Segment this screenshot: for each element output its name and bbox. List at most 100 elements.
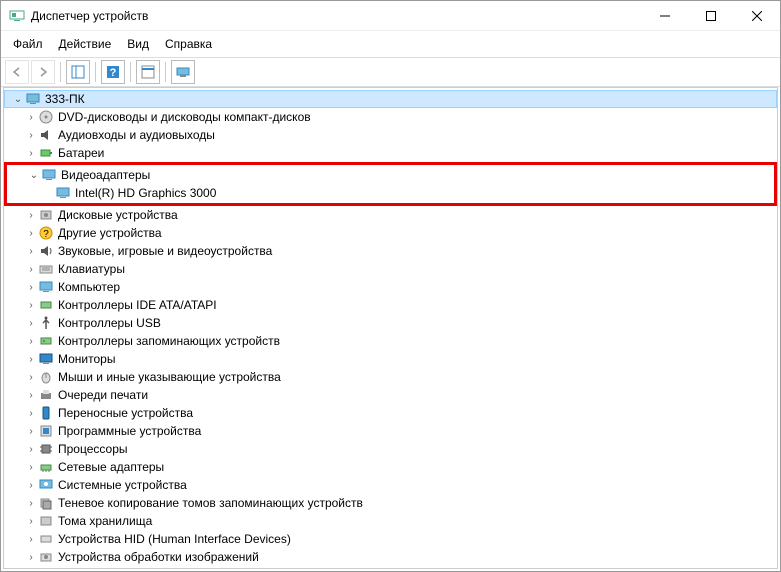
collapse-arrow-icon[interactable]: › xyxy=(24,462,38,473)
collapse-arrow-icon[interactable]: › xyxy=(24,480,38,491)
volume-shadow-icon xyxy=(38,495,54,511)
tree-node-ide[interactable]: › Контроллеры IDE ATA/ATAPI xyxy=(4,296,777,314)
menu-file[interactable]: Файл xyxy=(5,33,51,55)
tree-node-computer[interactable]: › Компьютер xyxy=(4,278,777,296)
collapse-arrow-icon[interactable]: › xyxy=(24,336,38,347)
svg-text:?: ? xyxy=(110,67,117,79)
tree-node-monitors[interactable]: › Мониторы xyxy=(4,350,777,368)
tree-node-video-adapters[interactable]: ⌄ Видеоадаптеры xyxy=(7,166,774,184)
toolbar: ? xyxy=(1,57,780,87)
tree-node-audio[interactable]: › Аудиовходы и аудиовыходы xyxy=(4,126,777,144)
node-label: Системные устройства xyxy=(58,478,187,492)
separator xyxy=(95,62,96,82)
menu-help[interactable]: Справка xyxy=(157,33,220,55)
tree-node-storage-ctrl[interactable]: › Контроллеры запоминающих устройств xyxy=(4,332,777,350)
tree-node-volumes[interactable]: › Тома хранилища xyxy=(4,512,777,530)
tree-node-batteries[interactable]: › Батареи xyxy=(4,144,777,162)
show-hide-tree-button[interactable] xyxy=(66,60,90,84)
node-label: Тома хранилища xyxy=(58,514,152,528)
tree-node-keyboards[interactable]: › Клавиатуры xyxy=(4,260,777,278)
collapse-arrow-icon[interactable]: › xyxy=(24,372,38,383)
tree-node-other[interactable]: › ? Другие устройства xyxy=(4,224,777,242)
collapse-arrow-icon[interactable]: › xyxy=(24,148,38,159)
collapse-arrow-icon[interactable]: › xyxy=(24,534,38,545)
tree-pane: ⌄ 333-ПК › DVD-дисководы и дисководы ком… xyxy=(3,87,778,569)
node-label: Видеоадаптеры xyxy=(61,168,150,182)
collapse-arrow-icon[interactable]: › xyxy=(24,264,38,275)
tree-node-network[interactable]: › Сетевые адаптеры xyxy=(4,458,777,476)
speaker-icon xyxy=(38,243,54,259)
collapse-arrow-icon[interactable]: › xyxy=(24,228,38,239)
svg-text:?: ? xyxy=(43,229,49,240)
collapse-arrow-icon[interactable]: › xyxy=(24,318,38,329)
tree-node-video-child[interactable]: Intel(R) HD Graphics 3000 xyxy=(7,184,774,202)
menu-view[interactable]: Вид xyxy=(119,33,157,55)
node-label: Аудиовходы и аудиовыходы xyxy=(58,128,215,142)
display-adapter-icon xyxy=(41,167,57,183)
network-adapter-icon xyxy=(38,459,54,475)
tree-node-sound[interactable]: › Звуковые, игровые и видеоустройства xyxy=(4,242,777,260)
node-label: Контроллеры USB xyxy=(58,316,161,330)
app-icon xyxy=(9,8,25,24)
disc-icon xyxy=(38,109,54,125)
tree-node-system[interactable]: › Системные устройства xyxy=(4,476,777,494)
help-button[interactable]: ? xyxy=(101,60,125,84)
tree-node-software[interactable]: › Программные устройства xyxy=(4,422,777,440)
tree-node-cpu[interactable]: › Процессоры xyxy=(4,440,777,458)
node-label: Дисковые устройства xyxy=(58,208,178,222)
tree-node-portable[interactable]: › Переносные устройства xyxy=(4,404,777,422)
tree-node-usb[interactable]: › Контроллеры USB xyxy=(4,314,777,332)
node-label: Теневое копирование томов запоминающих у… xyxy=(58,496,363,510)
tree-node-printq[interactable]: › Очереди печати xyxy=(4,386,777,404)
node-label: DVD-дисководы и дисководы компакт-дисков xyxy=(58,110,311,124)
collapse-arrow-icon[interactable]: › xyxy=(24,112,38,123)
collapse-arrow-icon[interactable]: › xyxy=(24,444,38,455)
collapse-arrow-icon[interactable]: › xyxy=(24,282,38,293)
tree-node-mice[interactable]: › Мыши и иные указывающие устройства xyxy=(4,368,777,386)
node-label: Intel(R) HD Graphics 3000 xyxy=(75,186,216,200)
computer-icon xyxy=(38,279,54,295)
collapse-arrow-icon[interactable]: › xyxy=(24,246,38,257)
cpu-icon xyxy=(38,441,54,457)
collapse-arrow-icon[interactable]: › xyxy=(24,552,38,563)
maximize-button[interactable] xyxy=(688,1,734,31)
node-label: Переносные устройства xyxy=(58,406,193,420)
tree-node-imaging[interactable]: › Устройства обработки изображений xyxy=(4,548,777,566)
usb-icon xyxy=(38,315,54,331)
controller-icon xyxy=(38,297,54,313)
tree-node-disk[interactable]: › Дисковые устройства xyxy=(4,206,777,224)
separator xyxy=(60,62,61,82)
disk-icon xyxy=(38,207,54,223)
tree-node-shadow[interactable]: › Теневое копирование томов запоминающих… xyxy=(4,494,777,512)
menubar: Файл Действие Вид Справка xyxy=(1,31,780,57)
battery-icon xyxy=(38,145,54,161)
expand-arrow-icon[interactable]: ⌄ xyxy=(27,170,41,181)
storage-controller-icon xyxy=(38,333,54,349)
scan-hardware-button[interactable] xyxy=(171,60,195,84)
tree-node-hid[interactable]: › Устройства HID (Human Interface Device… xyxy=(4,530,777,548)
tree-node-dvd[interactable]: › DVD-дисководы и дисководы компакт-диск… xyxy=(4,108,777,126)
properties-button[interactable] xyxy=(136,60,160,84)
tree-root[interactable]: ⌄ 333-ПК xyxy=(4,90,777,108)
collapse-arrow-icon[interactable]: › xyxy=(24,408,38,419)
node-label: Батареи xyxy=(58,146,104,160)
node-label: Мониторы xyxy=(58,352,115,366)
collapse-arrow-icon[interactable]: › xyxy=(24,390,38,401)
collapse-arrow-icon[interactable]: › xyxy=(24,498,38,509)
collapse-arrow-icon[interactable]: › xyxy=(24,210,38,221)
collapse-arrow-icon[interactable]: › xyxy=(24,426,38,437)
collapse-arrow-icon[interactable]: › xyxy=(24,130,38,141)
menu-action[interactable]: Действие xyxy=(51,33,120,55)
collapse-arrow-icon[interactable]: › xyxy=(24,354,38,365)
node-label: Клавиатуры xyxy=(58,262,125,276)
close-button[interactable] xyxy=(734,1,780,31)
mouse-icon xyxy=(38,369,54,385)
collapse-arrow-icon[interactable]: › xyxy=(24,300,38,311)
collapse-arrow-icon[interactable]: › xyxy=(24,516,38,527)
minimize-button[interactable] xyxy=(642,1,688,31)
node-label: Сетевые адаптеры xyxy=(58,460,164,474)
device-tree[interactable]: ⌄ 333-ПК › DVD-дисководы и дисководы ком… xyxy=(4,88,777,568)
printer-icon xyxy=(38,387,54,403)
expand-arrow-icon[interactable]: ⌄ xyxy=(11,94,25,105)
computer-icon xyxy=(25,91,41,107)
